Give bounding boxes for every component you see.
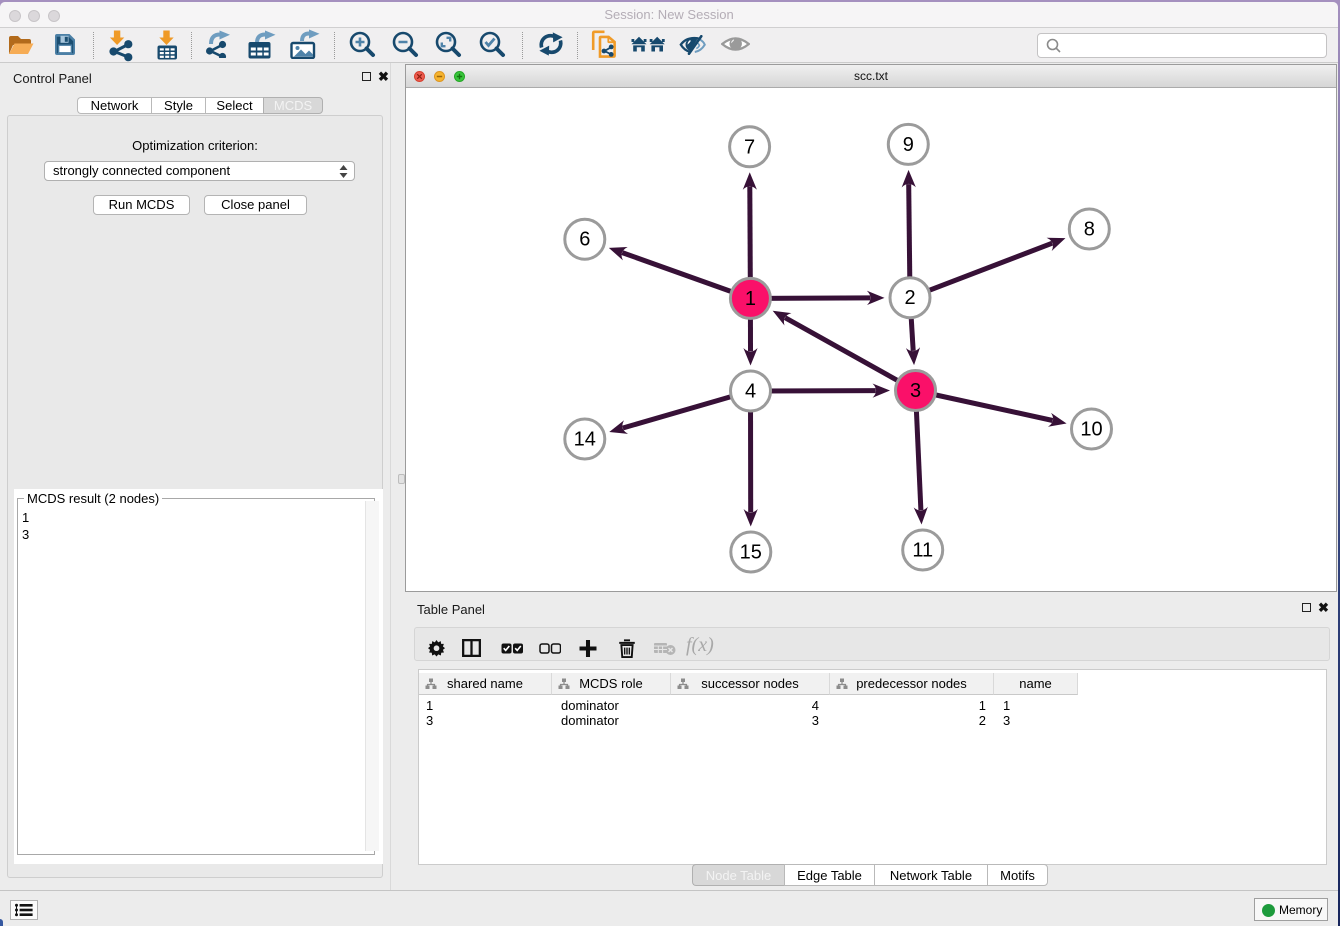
svg-text:3: 3 [910,380,921,402]
svg-text:11: 11 [912,540,933,562]
svg-text:4: 4 [745,381,756,403]
svg-text:6: 6 [579,229,590,251]
svg-text:2: 2 [904,287,915,309]
svg-text:14: 14 [574,429,596,451]
svg-text:8: 8 [1084,219,1095,241]
svg-text:10: 10 [1080,419,1102,441]
svg-text:15: 15 [740,542,762,564]
svg-text:1: 1 [745,288,756,310]
svg-text:9: 9 [903,134,914,156]
svg-text:7: 7 [744,136,755,158]
